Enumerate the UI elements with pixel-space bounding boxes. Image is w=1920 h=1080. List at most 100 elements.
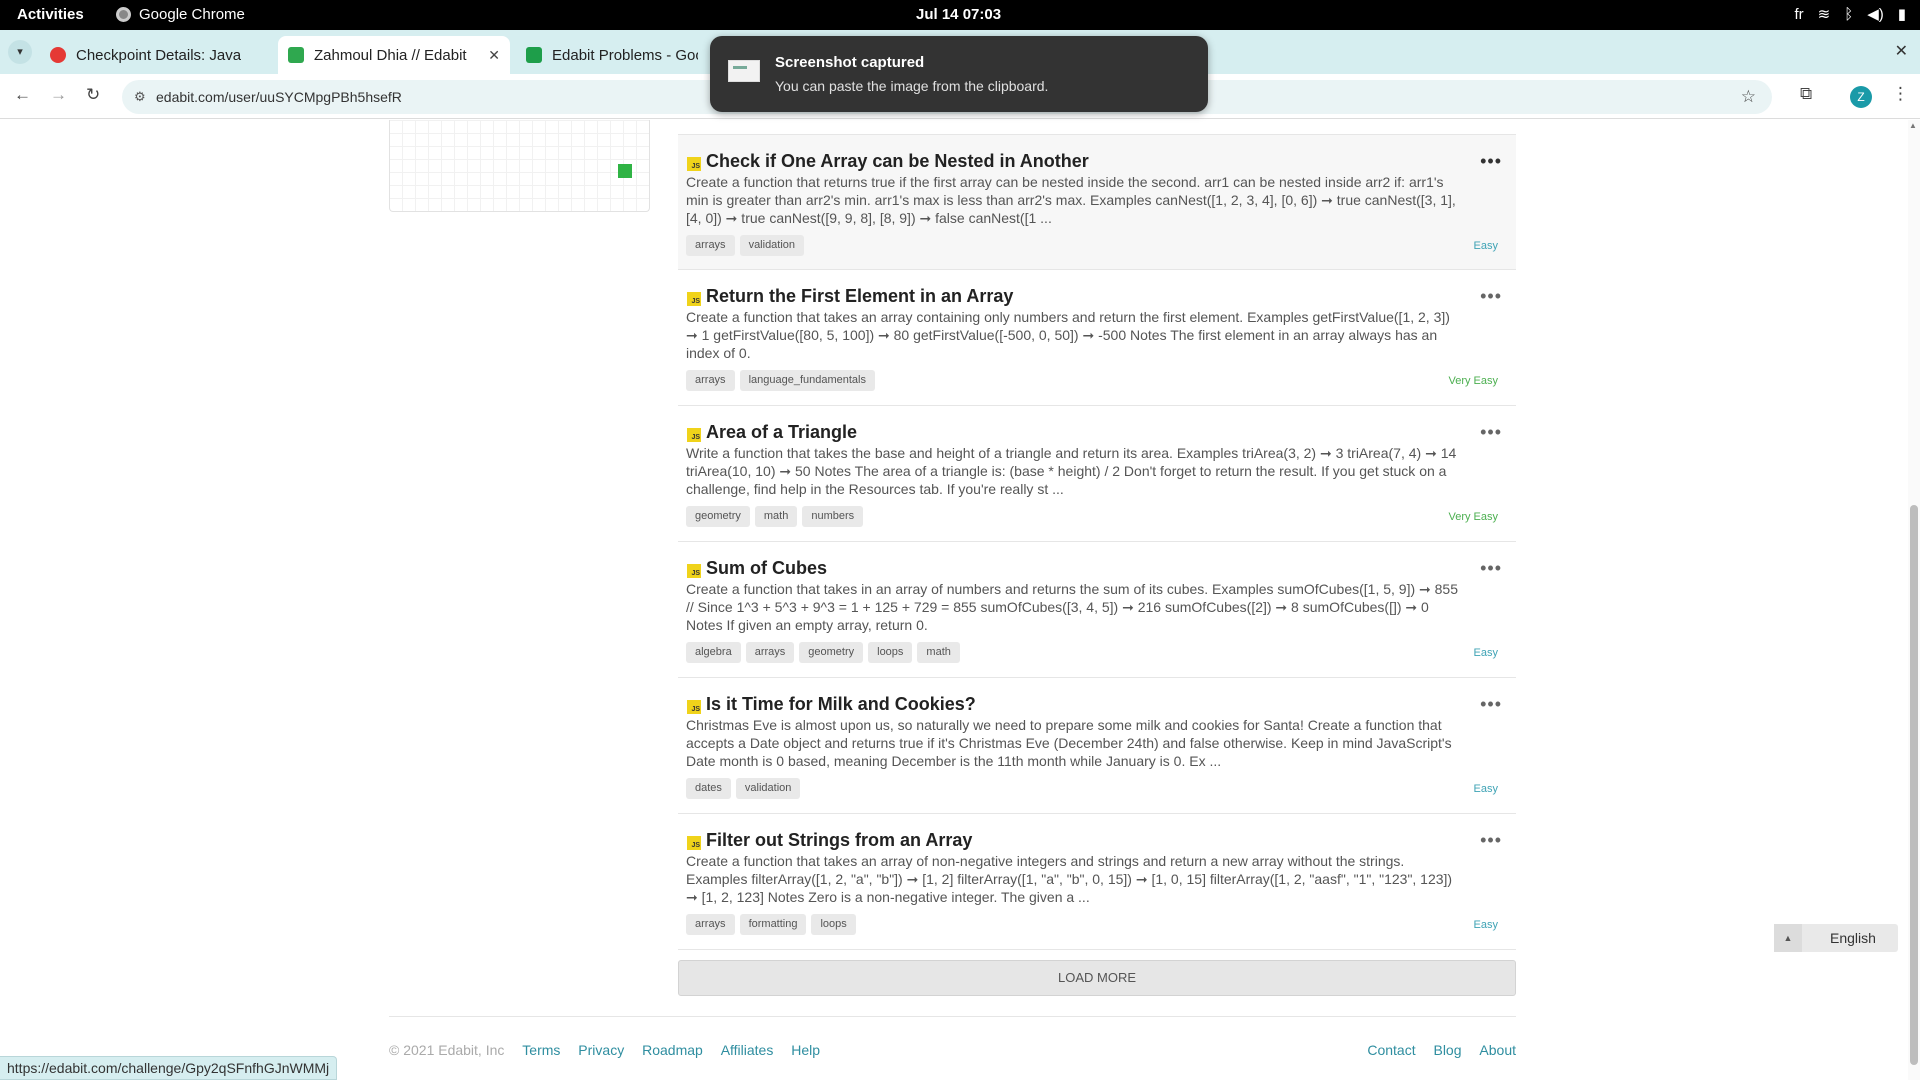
extensions-icon[interactable]: ⧉ xyxy=(1800,84,1812,104)
tab-search-button[interactable]: ▾ xyxy=(8,40,32,64)
challenge-title[interactable]: Area of a Triangle xyxy=(706,422,857,443)
load-more-button[interactable]: LOAD MORE xyxy=(678,960,1516,996)
difficulty-label: Easy xyxy=(1473,647,1498,659)
scrollbar-thumb[interactable] xyxy=(1910,505,1918,1065)
copyright: © 2021 Edabit, Inc xyxy=(389,1042,505,1058)
tab-favicon xyxy=(50,47,66,63)
reload-icon[interactable]: ↻ xyxy=(86,85,100,105)
tag[interactable]: loops xyxy=(868,642,913,663)
challenge-item[interactable]: JS Return the First Element in an Array … xyxy=(678,270,1516,406)
tag[interactable]: arrays xyxy=(745,642,795,663)
challenge-description: Create a function that takes in an array… xyxy=(686,581,1458,633)
wifi-icon: ≋ xyxy=(1817,6,1831,23)
tab-title: Checkpoint Details: Java xyxy=(76,46,242,64)
footer-link-contact[interactable]: Contact xyxy=(1367,1042,1415,1058)
footer-link-blog[interactable]: Blog xyxy=(1433,1042,1461,1058)
footer: © 2021 Edabit, Inc Terms Privacy Roadmap… xyxy=(389,1042,1516,1058)
tag[interactable]: numbers xyxy=(802,506,864,527)
more-options-icon[interactable]: ••• xyxy=(1480,694,1502,715)
tab-title: Zahmoul Dhia // Edabit xyxy=(314,46,467,64)
close-tab-icon[interactable]: ✕ xyxy=(488,47,500,64)
back-arrow-icon[interactable]: ← xyxy=(14,85,31,105)
notification-body: You can paste the image from the clipboa… xyxy=(775,78,1049,94)
tag[interactable]: validation xyxy=(739,235,805,256)
tag[interactable]: math xyxy=(754,506,798,527)
system-tray[interactable]: fr ≋ ᛒ ◀) ▮ xyxy=(1794,5,1906,24)
tag[interactable]: validation xyxy=(735,778,801,799)
tag[interactable]: formatting xyxy=(739,914,807,935)
challenge-title[interactable]: Return the First Element in an Array xyxy=(706,286,1013,307)
challenge-item[interactable]: JS Sum of Cubes ••• Create a function th… xyxy=(678,542,1516,678)
footer-link-about[interactable]: About xyxy=(1479,1042,1516,1058)
more-options-icon[interactable]: ••• xyxy=(1480,286,1502,307)
tab-edabit-problems[interactable]: Edabit Problems - Goog xyxy=(516,36,708,74)
challenge-title[interactable]: Filter out Strings from an Array xyxy=(706,830,972,851)
challenge-description: Write a function that takes the base and… xyxy=(686,445,1457,497)
tag[interactable]: geometry xyxy=(686,506,750,527)
challenge-description: Create a function that takes an array of… xyxy=(686,853,1453,905)
challenge-title[interactable]: Is it Time for Milk and Cookies? xyxy=(706,694,976,715)
challenge-item[interactable]: JS Is it Time for Milk and Cookies? ••• … xyxy=(678,678,1516,814)
heatmap-cell-active xyxy=(618,164,632,178)
forward-arrow-icon[interactable]: → xyxy=(50,85,67,105)
challenge-item[interactable]: JS Area of a Triangle ••• Write a functi… xyxy=(678,406,1516,542)
keyboard-layout[interactable]: fr xyxy=(1794,6,1803,23)
notification-title: Screenshot captured xyxy=(775,54,925,71)
more-options-icon[interactable]: ••• xyxy=(1480,151,1502,172)
screenshot-notification[interactable]: Screenshot captured You can paste the im… xyxy=(710,36,1208,112)
js-language-icon: JS xyxy=(687,428,701,442)
challenge-tags: geometry math numbers xyxy=(686,506,864,527)
screenshot-thumbnail-icon xyxy=(728,60,760,82)
more-options-icon[interactable]: ••• xyxy=(1480,558,1502,579)
challenge-title[interactable]: Check if One Array can be Nested in Anot… xyxy=(706,151,1089,172)
tab-favicon xyxy=(288,47,304,63)
difficulty-label: Very Easy xyxy=(1448,375,1498,387)
js-language-icon: JS xyxy=(687,564,701,578)
challenge-title[interactable]: Sum of Cubes xyxy=(706,558,827,579)
activities-button[interactable]: Activities xyxy=(17,6,84,23)
tab-checkpoint[interactable]: Checkpoint Details: Java xyxy=(40,36,272,74)
tag[interactable]: loops xyxy=(811,914,856,935)
more-options-icon[interactable]: ••• xyxy=(1480,830,1502,851)
tag[interactable]: arrays xyxy=(686,914,735,935)
profile-avatar[interactable]: Z xyxy=(1850,86,1872,108)
language-selector[interactable]: ▲ English xyxy=(1774,924,1898,952)
js-language-icon: JS xyxy=(687,157,701,171)
os-top-bar: Activities Google Chrome Jul 14 07:03 fr… xyxy=(0,0,1920,30)
volume-icon: ◀) xyxy=(1867,6,1884,23)
bookmark-star-icon[interactable]: ☆ xyxy=(1741,87,1756,107)
app-menu[interactable]: Google Chrome xyxy=(116,6,245,23)
battery-icon: ▮ xyxy=(1897,6,1906,23)
scroll-up-icon[interactable]: ▲ xyxy=(1909,121,1917,130)
more-options-icon[interactable]: ••• xyxy=(1480,422,1502,443)
challenge-description: Christmas Eve is almost upon us, so natu… xyxy=(686,717,1452,769)
clock[interactable]: Jul 14 07:03 xyxy=(916,6,1001,23)
window-close-icon[interactable]: ✕ xyxy=(1895,41,1908,61)
footer-divider xyxy=(389,1016,1516,1017)
tag[interactable]: algebra xyxy=(686,642,741,663)
footer-link-privacy[interactable]: Privacy xyxy=(578,1042,624,1058)
footer-link-terms[interactable]: Terms xyxy=(522,1042,560,1058)
tag[interactable]: arrays xyxy=(686,235,735,256)
challenge-description: Create a function that returns true if t… xyxy=(686,174,1456,226)
tab-edabit-profile[interactable]: Zahmoul Dhia // Edabit ✕ xyxy=(278,36,510,74)
chrome-menu-icon[interactable]: ⋮ xyxy=(1892,84,1909,104)
js-language-icon: JS xyxy=(687,700,701,714)
tag[interactable]: language_fundamentals xyxy=(739,370,875,391)
tab-title: Edabit Problems - Goog xyxy=(552,46,698,64)
site-info-icon[interactable]: ⚙ xyxy=(134,89,146,105)
footer-link-affiliates[interactable]: Affiliates xyxy=(721,1042,774,1058)
tag[interactable]: arrays xyxy=(686,370,735,391)
js-language-icon: JS xyxy=(687,292,701,306)
tag[interactable]: geometry xyxy=(799,642,864,663)
footer-link-roadmap[interactable]: Roadmap xyxy=(642,1042,703,1058)
challenge-description: Create a function that takes an array co… xyxy=(686,309,1450,361)
url-text[interactable]: edabit.com/user/uuSYCMpgPBh5hsefR xyxy=(156,89,402,105)
challenge-item[interactable]: JS Filter out Strings from an Array ••• … xyxy=(678,814,1516,950)
tab-favicon xyxy=(526,47,542,63)
chrome-icon xyxy=(116,7,131,22)
tag[interactable]: dates xyxy=(686,778,731,799)
challenge-item[interactable]: JS Check if One Array can be Nested in A… xyxy=(678,134,1516,270)
footer-link-help[interactable]: Help xyxy=(791,1042,820,1058)
tag[interactable]: math xyxy=(917,642,960,663)
